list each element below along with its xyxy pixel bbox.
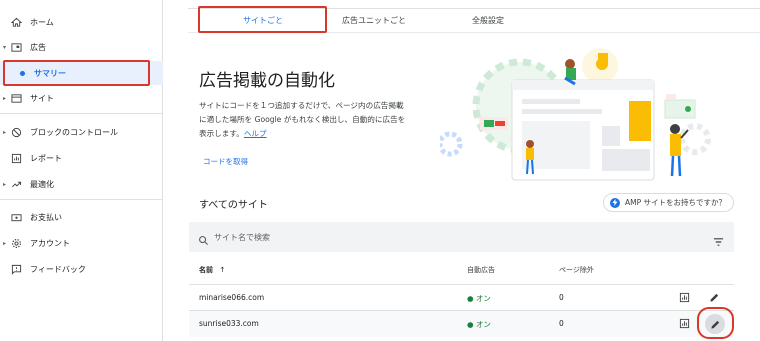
column-header-auto-ads: 自動広告: [467, 266, 495, 274]
divider: [0, 113, 163, 114]
caret-right-icon: ▸: [3, 94, 7, 102]
page-exclusions-count: 0: [559, 319, 564, 328]
sidebar-item-label: 広告: [30, 42, 46, 52]
caret-right-icon: ▸: [3, 239, 7, 247]
sidebar-item-label: サイト: [30, 93, 54, 103]
optimize-icon: [10, 178, 22, 190]
report-icon[interactable]: [677, 290, 691, 304]
auto-ads-status: ● オン: [467, 320, 491, 329]
sidebar-item-summary[interactable]: サマリー: [0, 61, 163, 85]
sidebar-item-blocking[interactable]: ▸ ブロックのコントロール: [0, 120, 163, 144]
description-line: サイトにコードを１つ追加するだけで、ページ内の広告掲載: [199, 101, 404, 110]
sidebar-item-label: 最適化: [30, 179, 54, 189]
column-header-name[interactable]: 名前 ↑: [199, 265, 225, 275]
site-name[interactable]: minarise066.com: [199, 293, 264, 302]
caret-right-icon: ▸: [3, 128, 7, 136]
page-title: 広告掲載の自動化: [199, 71, 335, 91]
tab-general-settings[interactable]: 全般設定: [433, 10, 543, 30]
get-code-link[interactable]: コードを取得: [203, 156, 248, 167]
divider: [188, 8, 760, 9]
sidebar-item-optimize[interactable]: ▸ 最適化: [0, 172, 163, 196]
feedback-icon: [10, 263, 22, 275]
tab-by-ad-unit[interactable]: 広告ユニットごと: [329, 10, 419, 30]
block-icon: [10, 126, 22, 138]
report-icon[interactable]: [677, 316, 691, 330]
search-placeholder: サイト名で検索: [214, 233, 270, 242]
amp-button-label: AMP サイトをお持ちですか？: [625, 198, 727, 207]
main-content: サイトごと 広告ユニットごと 全般設定 広告掲載の自動化 サイトにコードを１つ追…: [163, 0, 760, 341]
tab-by-site[interactable]: サイトごと: [199, 10, 327, 30]
description-line: に適した場所を Google がもれなく検出し、自動的に広告を: [199, 115, 406, 124]
sidebar: ホーム ▾ 広告 サマリー ▸ サイト ▸ ブロックのコントロール レポート ▸: [0, 0, 163, 341]
home-icon: [10, 16, 22, 28]
edit-pencil-icon[interactable]: [705, 314, 725, 334]
sort-arrow-icon: ↑: [219, 266, 226, 274]
sidebar-item-feedback[interactable]: フィードバック: [0, 257, 163, 281]
auto-ads-status: ● オン: [467, 294, 491, 303]
filter-icon[interactable]: [713, 232, 724, 251]
help-link[interactable]: ヘルプ: [244, 129, 267, 138]
all-sites-heading: すべてのサイト: [199, 200, 268, 211]
sidebar-item-label: ブロックのコントロール: [30, 127, 118, 137]
gear-icon: [10, 237, 22, 249]
caret-right-icon: ▸: [3, 180, 7, 188]
sidebar-item-reports[interactable]: レポート: [0, 146, 163, 170]
site-search-bar[interactable]: サイト名で検索: [189, 222, 734, 252]
report-icon: [10, 152, 22, 164]
sidebar-item-label: サマリー: [34, 68, 66, 78]
column-header-page-exclusions: ページ除外: [559, 266, 594, 274]
sidebar-item-label: ホーム: [30, 17, 54, 27]
sidebar-item-label: お支払い: [30, 212, 62, 222]
sidebar-item-sites[interactable]: ▸ サイト: [0, 86, 163, 110]
sidebar-item-label: フィードバック: [30, 264, 86, 274]
dot-icon: [20, 70, 25, 76]
hero-description: サイトにコードを１つ追加するだけで、ページ内の広告掲載 に適した場所を Goog…: [199, 99, 439, 141]
description-line: 表示します。ヘルプ: [199, 129, 267, 138]
auto-ads-illustration: [440, 48, 711, 181]
search-icon: [198, 231, 209, 250]
divider: [188, 32, 760, 33]
sidebar-item-payments[interactable]: お支払い: [0, 205, 163, 229]
payment-icon: [10, 211, 22, 223]
table-row: [189, 311, 734, 337]
divider: [189, 284, 734, 285]
caret-down-icon: ▾: [3, 43, 7, 51]
edit-pencil-icon[interactable]: [707, 290, 721, 304]
ads-icon: [10, 41, 22, 53]
amp-sites-button[interactable]: AMP サイトをお持ちですか？: [603, 193, 734, 212]
sidebar-item-account[interactable]: ▸ アカウント: [0, 231, 163, 255]
divider: [0, 199, 163, 200]
sidebar-item-label: レポート: [30, 153, 62, 163]
page-exclusions-count: 0: [559, 293, 564, 302]
bolt-icon: [610, 197, 620, 208]
site-icon: [10, 92, 22, 104]
sidebar-item-ads[interactable]: ▾ 広告: [0, 35, 163, 59]
sidebar-item-home[interactable]: ホーム: [0, 10, 163, 34]
site-name[interactable]: sunrise033.com: [199, 319, 259, 328]
sidebar-item-label: アカウント: [30, 238, 70, 248]
